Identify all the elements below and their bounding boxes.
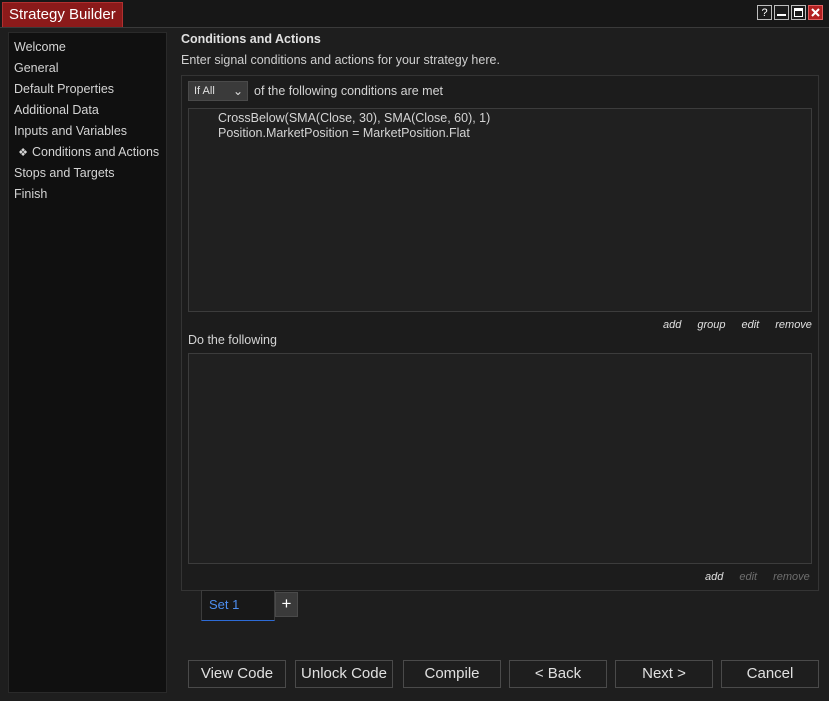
cancel-button[interactable]: Cancel [721,660,819,688]
condition-links: add group edit remove [663,319,812,331]
nav-item-general[interactable]: General [9,59,166,80]
condition-remove-link[interactable]: remove [775,319,812,331]
next-button[interactable]: Next > [615,660,713,688]
window-controls: ? [757,5,823,20]
nav-item-label: Stops and Targets [14,166,115,180]
window-title: Strategy Builder [2,2,123,27]
nav-item-label: Finish [14,187,48,201]
back-button[interactable]: < Back [509,660,607,688]
actions-label: Do the following [188,333,277,347]
wizard-nav: Welcome General Default Properties Addit… [8,32,167,693]
condition-mode-value: If All [194,85,215,97]
nav-item-additional-data[interactable]: Additional Data [9,101,166,122]
nav-item-label: General [14,61,59,75]
unlock-code-button[interactable]: Unlock Code [295,660,393,688]
nav-item-finish[interactable]: Finish [9,185,166,206]
plus-icon: + [281,594,292,613]
close-button[interactable] [808,5,823,20]
compile-button[interactable]: Compile [403,660,501,688]
tab-set-1[interactable]: Set 1 [201,590,275,621]
close-icon [811,8,820,17]
nav-item-inputs-and-variables[interactable]: Inputs and Variables [9,122,166,143]
nav-item-label: Default Properties [14,82,115,96]
title-bar: Strategy Builder ? [0,0,829,28]
add-set-button[interactable]: + [275,592,298,617]
minimize-button[interactable] [774,5,789,20]
actions-list[interactable] [188,353,812,564]
action-add-link[interactable]: add [705,571,723,583]
help-button[interactable]: ? [757,5,772,20]
maximize-button[interactable] [791,5,806,20]
condition-item[interactable]: Position.MarketPosition = MarketPosition… [218,126,811,141]
condition-edit-link[interactable]: edit [742,319,760,331]
page-title: Conditions and Actions [181,32,321,46]
nav-item-label: Additional Data [14,103,99,117]
help-icon: ? [761,7,768,19]
nav-item-welcome[interactable]: Welcome [9,38,166,59]
condition-item[interactable]: CrossBelow(SMA(Close, 30), SMA(Close, 60… [218,111,811,126]
nav-item-stops-and-targets[interactable]: Stops and Targets [9,164,166,185]
nav-item-conditions-and-actions[interactable]: ❖ Conditions and Actions [9,143,166,164]
nav-item-label: Inputs and Variables [14,124,128,138]
conditions-list[interactable]: CrossBelow(SMA(Close, 30), SMA(Close, 60… [188,108,812,312]
minimize-icon [777,14,786,16]
nav-item-default-properties[interactable]: Default Properties [9,80,166,101]
page-description: Enter signal conditions and actions for … [181,53,500,67]
condition-group-link[interactable]: group [697,319,725,331]
condition-add-link[interactable]: add [663,319,681,331]
view-code-button[interactable]: View Code [188,660,286,688]
condition-mode-select[interactable]: If All ⌄ [188,81,248,101]
chevron-down-icon: ⌄ [232,84,243,98]
action-remove-link[interactable]: remove [773,571,810,583]
nav-item-label: Conditions and Actions [32,145,160,159]
action-edit-link[interactable]: edit [739,571,757,583]
action-links: add edit remove [705,571,810,583]
condition-mode-suffix: of the following conditions are met [254,84,443,98]
nav-item-label: Welcome [14,40,66,54]
active-bullet-icon: ❖ [18,147,28,159]
maximize-icon [794,8,803,17]
